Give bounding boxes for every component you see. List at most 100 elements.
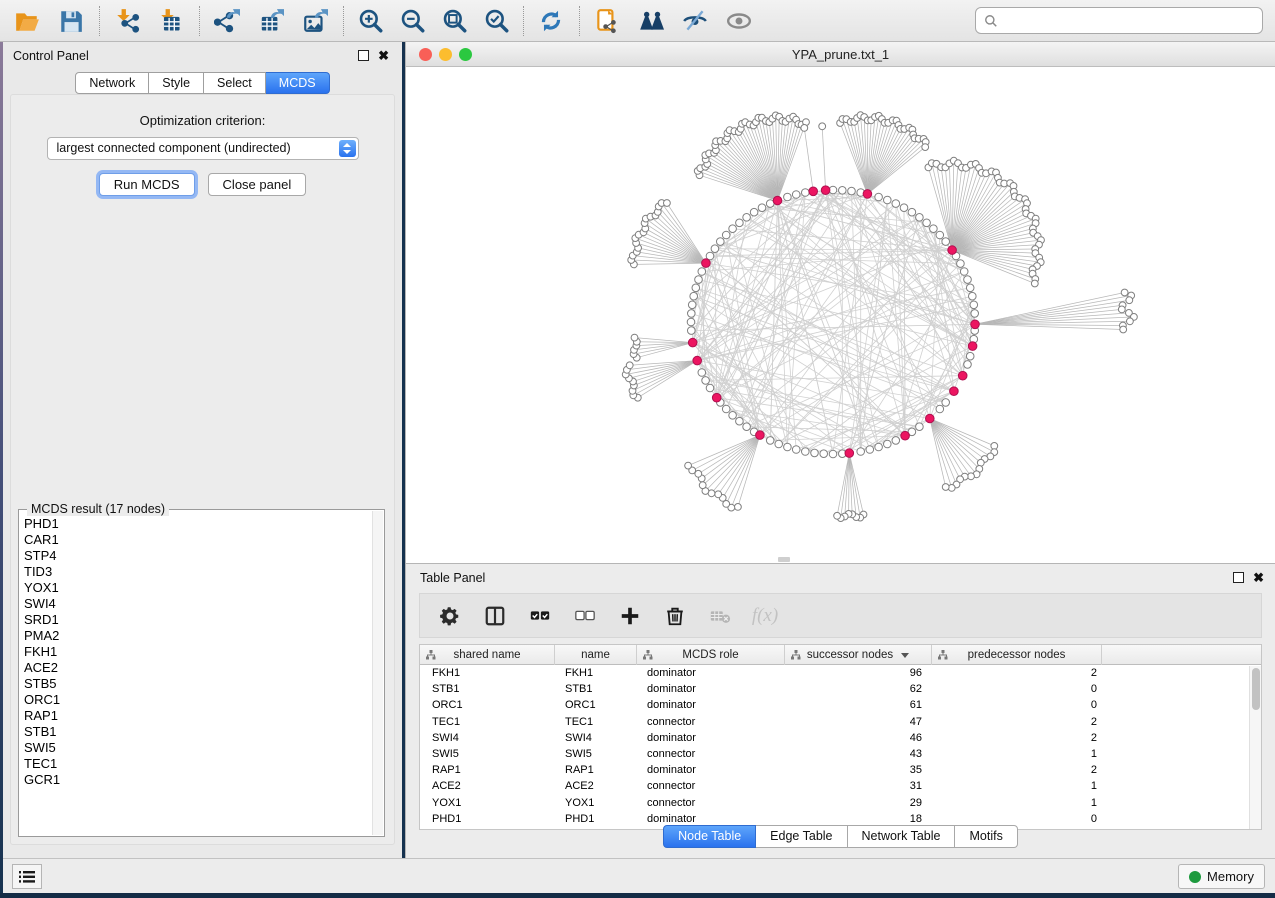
hide-selected-button[interactable] <box>677 5 713 37</box>
first-neighbors-button[interactable] <box>633 5 669 37</box>
cell-successor-nodes: 47 <box>785 714 932 730</box>
table-row[interactable]: STB1STB1dominator620 <box>420 681 1261 697</box>
cell-predecessor-nodes: 2 <box>932 762 1102 778</box>
column-header-MCDS-role[interactable]: MCDS role <box>637 645 785 665</box>
cell-mcds-role: connector <box>637 714 785 730</box>
minimize-window-icon[interactable] <box>439 48 452 61</box>
mcds-result-item[interactable]: ORC1 <box>24 692 384 708</box>
mcds-result-item[interactable]: ACE2 <box>24 660 384 676</box>
table-row[interactable]: SWI4SWI4dominator462 <box>420 730 1261 746</box>
toolbar-separator <box>343 6 344 36</box>
table-row[interactable]: YOX1YOX1connector291 <box>420 795 1261 811</box>
refresh-view-button[interactable] <box>533 5 569 37</box>
save-session-button[interactable] <box>53 5 89 37</box>
tab-node-table[interactable]: Node Table <box>663 825 756 848</box>
cell-successor-nodes: 35 <box>785 762 932 778</box>
zoom-in-button[interactable] <box>353 5 389 37</box>
cell-name: ORC1 <box>555 697 637 713</box>
settings-button[interactable] <box>438 604 462 628</box>
mcds-result-item[interactable]: TEC1 <box>24 756 384 772</box>
run-mcds-button[interactable]: Run MCDS <box>99 173 195 196</box>
mcds-result-item[interactable]: SWI5 <box>24 740 384 756</box>
import-table-button[interactable] <box>153 5 189 37</box>
zoom-out-button[interactable] <box>395 5 431 37</box>
mcds-result-item[interactable]: PHD1 <box>24 516 384 532</box>
mcds-result-item[interactable]: GCR1 <box>24 772 384 788</box>
select-stepper-icon <box>339 140 356 157</box>
open-session-button[interactable] <box>9 5 45 37</box>
zoom-selected-button[interactable] <box>479 5 515 37</box>
table-row[interactable]: ACE2ACE2connector311 <box>420 778 1261 794</box>
network-graph[interactable] <box>409 67 1273 563</box>
mcds-result-item[interactable]: STB1 <box>24 724 384 740</box>
mcds-result-item[interactable]: CAR1 <box>24 532 384 548</box>
network-canvas[interactable] <box>409 67 1272 563</box>
cell-name: SWI5 <box>555 746 637 762</box>
column-header-successor-nodes[interactable]: successor nodes <box>785 645 932 665</box>
column-label: successor nodes <box>807 649 893 661</box>
close-panel-icon[interactable]: ✖ <box>378 48 389 64</box>
optimization-criterion-select[interactable]: largest connected component (undirected) <box>47 137 359 160</box>
columns-button[interactable] <box>483 604 507 628</box>
tab-mcds[interactable]: MCDS <box>266 72 330 94</box>
mcds-result-scrollbar[interactable] <box>372 511 383 835</box>
mcds-result-item[interactable]: STB5 <box>24 676 384 692</box>
search-input[interactable] <box>998 14 1254 28</box>
mcds-result-item[interactable]: YOX1 <box>24 580 384 596</box>
table-row[interactable]: FKH1FKH1dominator962 <box>420 665 1261 681</box>
search-box[interactable] <box>975 7 1263 34</box>
column-header-shared-name[interactable]: shared name <box>420 645 555 665</box>
clone-network-icon <box>594 8 620 34</box>
mcds-result-item[interactable]: SRD1 <box>24 612 384 628</box>
float-panel-icon[interactable] <box>1233 572 1244 583</box>
float-panel-icon[interactable] <box>358 50 369 61</box>
table-row[interactable]: ORC1ORC1dominator610 <box>420 697 1261 713</box>
export-network-button[interactable] <box>209 5 245 37</box>
tab-select[interactable]: Select <box>204 72 266 94</box>
mcds-result-item[interactable]: STP4 <box>24 548 384 564</box>
tab-network[interactable]: Network <box>75 72 149 94</box>
status-bar: Memory <box>3 858 1275 893</box>
show-all-button[interactable] <box>721 5 757 37</box>
zoom-fit-button[interactable] <box>437 5 473 37</box>
clone-network-button[interactable] <box>589 5 625 37</box>
tab-style[interactable]: Style <box>149 72 204 94</box>
close-window-icon[interactable] <box>419 48 432 61</box>
memory-button[interactable]: Memory <box>1178 864 1265 889</box>
maximize-window-icon[interactable] <box>459 48 472 61</box>
cell-predecessor-nodes: 2 <box>932 714 1102 730</box>
table-row[interactable]: TEC1TEC1connector472 <box>420 714 1261 730</box>
export-image-button[interactable] <box>297 5 333 37</box>
mcds-result-item[interactable]: TID3 <box>24 564 384 580</box>
mcds-result-item[interactable]: SWI4 <box>24 596 384 612</box>
taskbar-menu-button[interactable] <box>12 864 42 889</box>
tab-edge-table[interactable]: Edge Table <box>756 825 847 848</box>
mcds-result-item[interactable]: FKH1 <box>24 644 384 660</box>
select-all-button[interactable] <box>528 604 552 628</box>
tab-motifs[interactable]: Motifs <box>955 825 1017 848</box>
mcds-result-item[interactable]: RAP1 <box>24 708 384 724</box>
cell-name: FKH1 <box>555 665 637 681</box>
close-panel-button[interactable]: Close panel <box>208 173 307 196</box>
table-row[interactable]: SWI5SWI5connector431 <box>420 746 1261 762</box>
import-network-button[interactable] <box>109 5 145 37</box>
close-panel-icon[interactable]: ✖ <box>1253 570 1264 586</box>
column-header-name[interactable]: name <box>555 645 637 665</box>
column-header-predecessor-nodes[interactable]: predecessor nodes <box>932 645 1102 665</box>
mcds-result-list[interactable]: PHD1CAR1STP4TID3YOX1SWI4SRD1PMA2FKH1ACE2… <box>19 510 384 788</box>
column-header-empty <box>1102 645 1261 665</box>
export-table-button[interactable] <box>253 5 289 37</box>
deselect-all-button[interactable] <box>573 604 597 628</box>
cell-name: TEC1 <box>555 714 637 730</box>
import-network-icon <box>114 8 140 34</box>
toolbar-separator <box>199 6 200 36</box>
table-row[interactable]: RAP1RAP1dominator352 <box>420 762 1261 778</box>
splitter-handle[interactable] <box>778 557 790 562</box>
scrollbar-thumb[interactable] <box>1252 668 1260 710</box>
table-scrollbar[interactable] <box>1249 666 1261 829</box>
delete-row-button[interactable] <box>663 604 687 628</box>
mcds-result-item[interactable]: PMA2 <box>24 628 384 644</box>
add-row-button[interactable] <box>618 604 642 628</box>
tab-network-table[interactable]: Network Table <box>848 825 956 848</box>
network-titlebar: YPA_prune.txt_1 <box>406 42 1275 67</box>
